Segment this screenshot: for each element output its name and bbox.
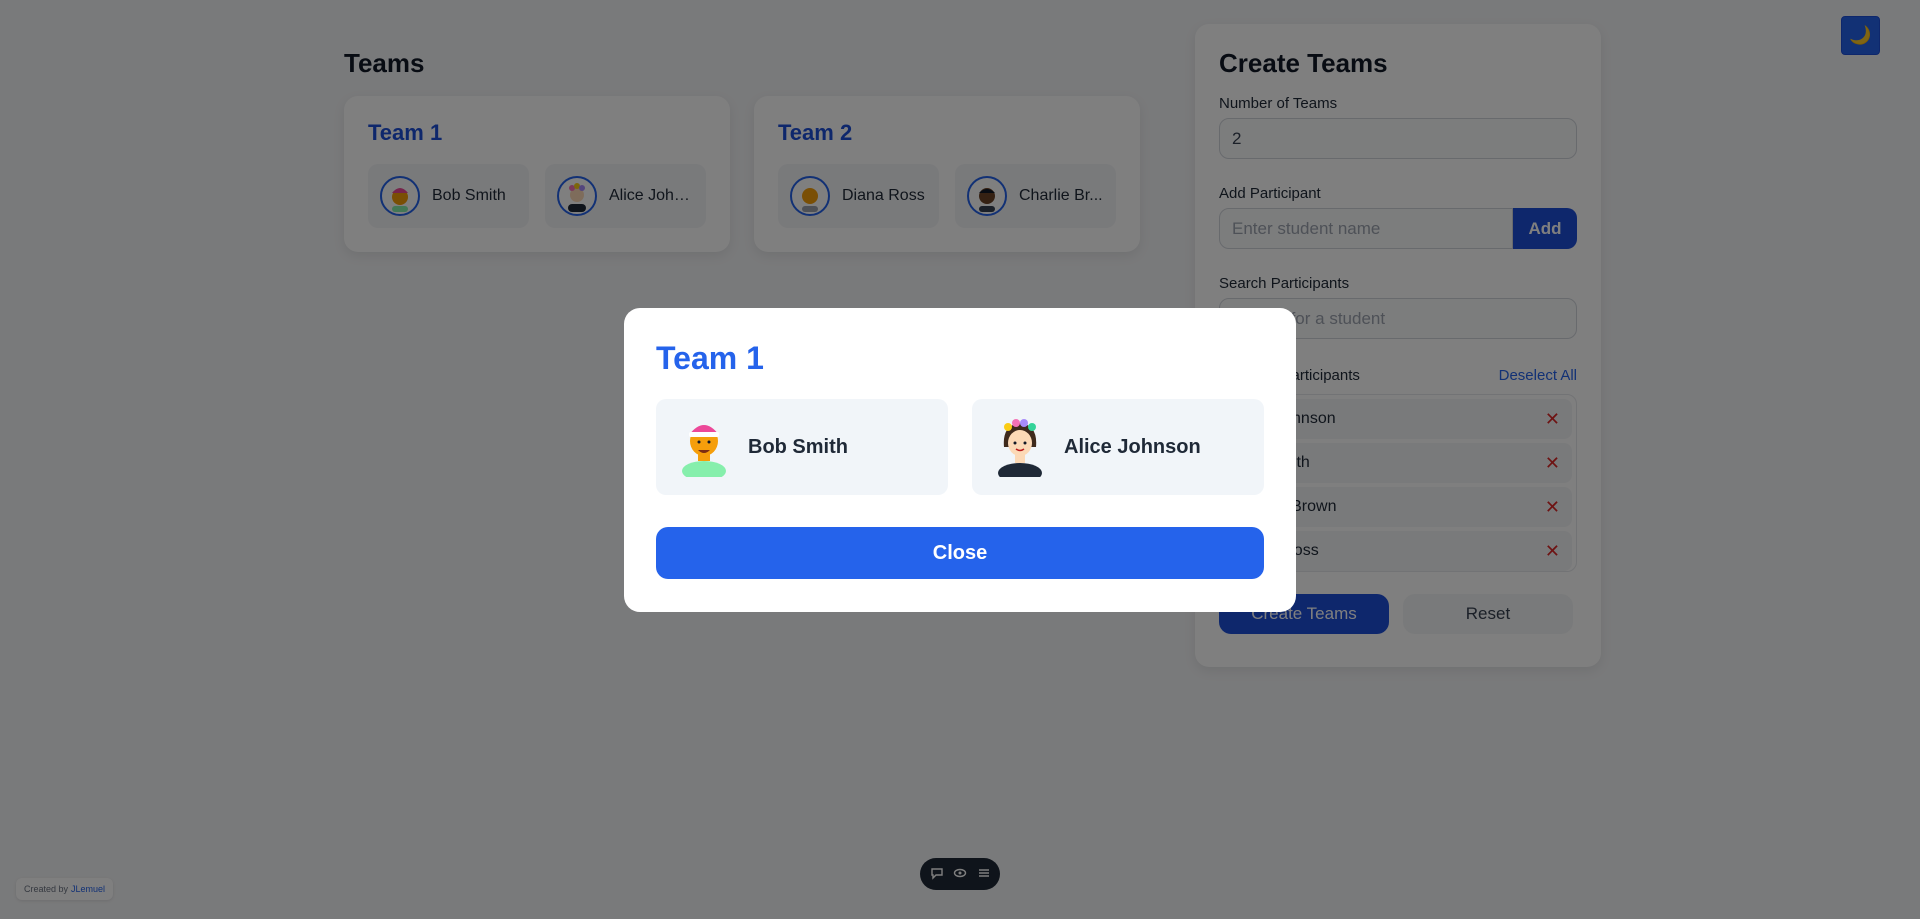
team-modal: Team 1 Bob Smith Alice Johnson Close — [624, 308, 1296, 612]
avatar — [680, 413, 728, 482]
modal-member-card: Bob Smith — [656, 399, 948, 495]
modal-member-card: Alice Johnson — [972, 399, 1264, 495]
avatar — [996, 413, 1044, 483]
modal-members: Bob Smith Alice Johnson — [656, 399, 1264, 495]
close-button[interactable]: Close — [656, 527, 1264, 579]
member-name: Bob Smith — [748, 435, 848, 458]
modal-title: Team 1 — [656, 340, 764, 376]
member-name: Alice Johnson — [1064, 435, 1201, 458]
